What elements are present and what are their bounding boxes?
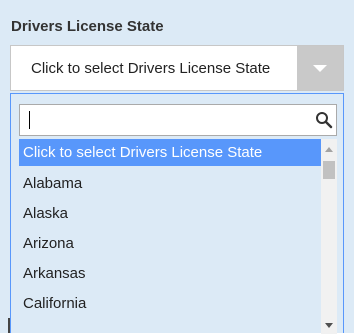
scroll-thumb[interactable] [323, 161, 335, 179]
form-panel: Drivers License State Click to select Dr… [0, 0, 354, 334]
text-cursor [29, 111, 30, 129]
list-item[interactable]: Arkansas [19, 260, 321, 287]
selected-value: Click to select Drivers License State [31, 60, 271, 77]
drivers-license-state-select[interactable]: Click to select Drivers License State [10, 45, 344, 91]
options-list: Click to select Drivers License State Al… [19, 139, 337, 334]
divider [8, 318, 10, 333]
dropdown-menu: Click to select Drivers License State Al… [10, 93, 344, 334]
scrollbar[interactable] [321, 139, 337, 334]
scroll-down-icon[interactable] [325, 323, 333, 328]
list-item[interactable]: Alaska [19, 200, 321, 227]
search-input[interactable] [20, 105, 316, 135]
search-box[interactable] [19, 104, 337, 136]
list-item[interactable]: Alabama [19, 170, 321, 197]
list-item[interactable]: Click to select Drivers License State [19, 139, 321, 166]
search-icon [316, 112, 333, 129]
field-label: Drivers License State [11, 18, 164, 35]
list-item[interactable]: California [19, 290, 321, 317]
scroll-up-icon[interactable] [325, 147, 333, 152]
list-item[interactable]: Arizona [19, 230, 321, 257]
chevron-down-icon[interactable] [297, 46, 343, 90]
